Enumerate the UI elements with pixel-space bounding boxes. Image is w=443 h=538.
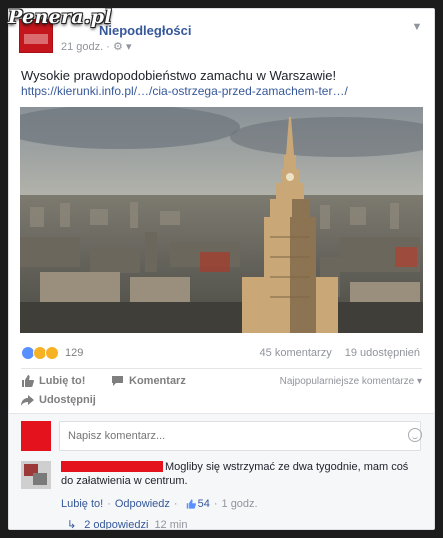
comment-reply-link[interactable]: Odpowiedz	[115, 498, 170, 510]
reply-arrow-icon: ↳	[67, 519, 77, 530]
my-avatar	[21, 421, 51, 451]
comment-icon	[112, 376, 123, 386]
replies-time: 12 min	[154, 518, 188, 530]
post-card: Niepodległości 21 godz. · ⚙ ▾ ▼ Wysokie …	[8, 8, 435, 530]
comment-sort-dropdown[interactable]: Najpopularniejsze komentarze ▾	[280, 376, 422, 387]
comment-meta: Lubię to! · Odpowiedz · 54 · 1 godz.	[61, 498, 258, 510]
reaction-count: 129	[65, 347, 84, 359]
post-link[interactable]: https://kierunki.info.pl/…/cia-ostrzega-…	[21, 84, 348, 98]
divider	[21, 368, 422, 369]
watermark-logo: Penera.pl	[8, 6, 112, 28]
comment-like-link[interactable]: Lubię to!	[61, 498, 103, 510]
post-counts: 45 komentarzy 19 udostępnień	[260, 347, 420, 359]
post-text: Wysokie prawdopodobieństwo zamachu w War…	[21, 68, 337, 83]
globe-icon: ⚙	[113, 41, 123, 53]
reactions-summary[interactable]: 129	[21, 345, 83, 361]
comment-time[interactable]: 1 godz.	[222, 498, 258, 510]
like-button[interactable]: Lubię to!	[21, 375, 85, 387]
comment-count-link[interactable]: 45 komentarzy	[260, 347, 332, 359]
thumbs-up-icon	[186, 499, 196, 509]
page-name-link[interactable]: Niepodległości	[99, 23, 191, 38]
post-photo[interactable]	[20, 107, 423, 333]
post-options-chevron-icon[interactable]: ▼	[410, 21, 424, 35]
commenter-name-redacted	[61, 461, 163, 472]
commenter-avatar[interactable]	[21, 461, 51, 489]
thumbs-up-icon	[22, 375, 34, 387]
comment-input[interactable]	[59, 421, 421, 451]
view-replies-link[interactable]: ↳ 2 odpowiedzi 12 min	[67, 518, 187, 530]
emoji-icon[interactable]	[408, 428, 422, 442]
share-count-link[interactable]: 19 udostępnień	[345, 347, 420, 359]
comment-like-count[interactable]: 54	[198, 498, 210, 510]
share-button[interactable]: Udostępnij	[21, 394, 96, 406]
comment-button[interactable]: Komentarz	[111, 375, 186, 387]
share-icon	[21, 395, 34, 406]
sad-icon	[45, 346, 59, 360]
